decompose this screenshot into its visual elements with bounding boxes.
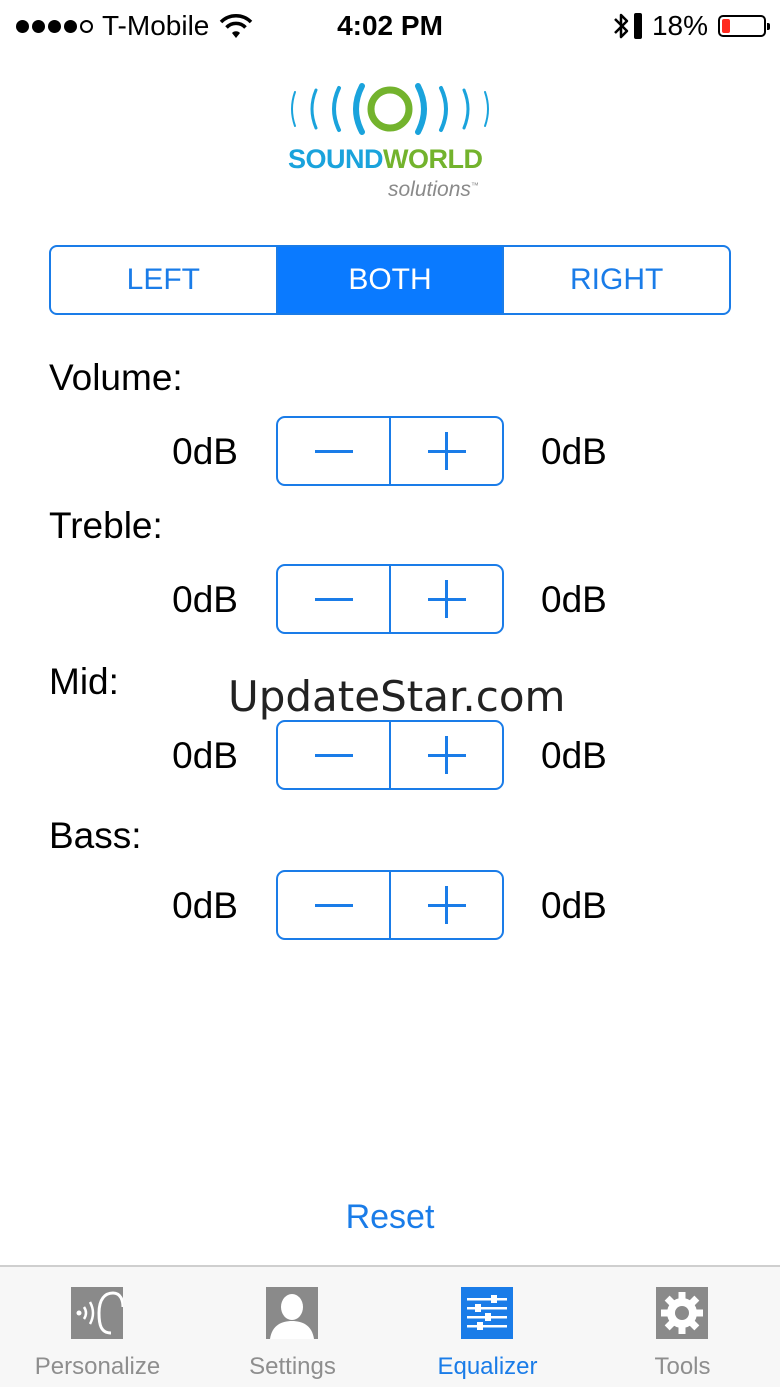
volume-right-value: 0dB [541, 431, 607, 472]
treble-left-value: 0dB [172, 579, 238, 620]
mid-increase-button[interactable] [389, 722, 502, 788]
minus-icon [314, 753, 353, 757]
bass-right-value: 0dB [541, 885, 607, 926]
mid-right-value: 0dB [541, 735, 607, 776]
battery-percent: 18% [651, 10, 708, 41]
bluetooth-icon [614, 13, 629, 39]
status-bar: T-Mobile 4:02 PM 18% [0, 0, 780, 56]
logo-wordmark: SOUNDWORLD [288, 144, 483, 175]
minus-icon [314, 597, 353, 601]
logo-trademark: ™ [470, 181, 479, 190]
treble-right-value: 0dB [541, 579, 607, 620]
gear-icon [656, 1287, 708, 1339]
charging-indicator-icon [633, 13, 642, 39]
tab-tools[interactable]: Tools [585, 1267, 780, 1387]
mid-stepper [276, 720, 504, 790]
segment-right[interactable]: RIGHT [502, 247, 729, 313]
tab-label: Equalizer [437, 1353, 538, 1380]
volume-left-value: 0dB [172, 431, 238, 472]
tab-equalizer[interactable]: Equalizer [390, 1267, 585, 1387]
bass-stepper [276, 870, 504, 940]
mid-decrease-button[interactable] [278, 722, 389, 788]
logo-word-world: WORLD [383, 144, 483, 174]
minus-icon [314, 449, 353, 453]
treble-label: Treble: [49, 505, 163, 546]
volume-label: Volume: [49, 357, 183, 398]
equalizer-sliders-icon [461, 1287, 513, 1339]
tab-label: Settings [249, 1353, 336, 1380]
volume-increase-button[interactable] [389, 418, 502, 484]
soundworld-logo: SOUNDWORLD solutions™ [284, 78, 514, 208]
tab-settings[interactable]: Settings [195, 1267, 390, 1387]
tab-bar: Personalize Settings Equalizer Tools [0, 1265, 780, 1387]
segment-both[interactable]: BOTH [275, 247, 503, 313]
watermark: UpdateStar.com [228, 672, 566, 721]
tab-personalize[interactable]: Personalize [0, 1267, 195, 1387]
channel-segmented-control: LEFT BOTH RIGHT [49, 245, 731, 315]
minus-icon [314, 903, 353, 907]
volume-stepper [276, 416, 504, 486]
ear-sound-icon [71, 1287, 123, 1339]
logo-subtitle: solutions™ [388, 178, 479, 202]
logo-subtitle-text: solutions [388, 178, 471, 201]
mid-label: Mid: [49, 661, 119, 702]
mid-left-value: 0dB [172, 735, 238, 776]
bass-left-value: 0dB [172, 885, 238, 926]
logo-word-sound: SOUND [288, 144, 384, 174]
segment-left[interactable]: LEFT [51, 247, 276, 313]
treble-increase-button[interactable] [389, 566, 502, 632]
reset-button[interactable]: Reset [0, 1198, 780, 1237]
treble-decrease-button[interactable] [278, 566, 389, 632]
status-right: 18% [612, 10, 770, 42]
bass-decrease-button[interactable] [278, 872, 389, 938]
bass-increase-button[interactable] [389, 872, 502, 938]
treble-stepper [276, 564, 504, 634]
person-icon [266, 1287, 318, 1339]
tab-label: Personalize [34, 1353, 161, 1380]
sound-waves-logo-icon [291, 83, 489, 135]
volume-decrease-button[interactable] [278, 418, 389, 484]
tab-label: Tools [654, 1353, 711, 1380]
bass-label: Bass: [49, 815, 142, 856]
battery-icon [718, 15, 770, 37]
